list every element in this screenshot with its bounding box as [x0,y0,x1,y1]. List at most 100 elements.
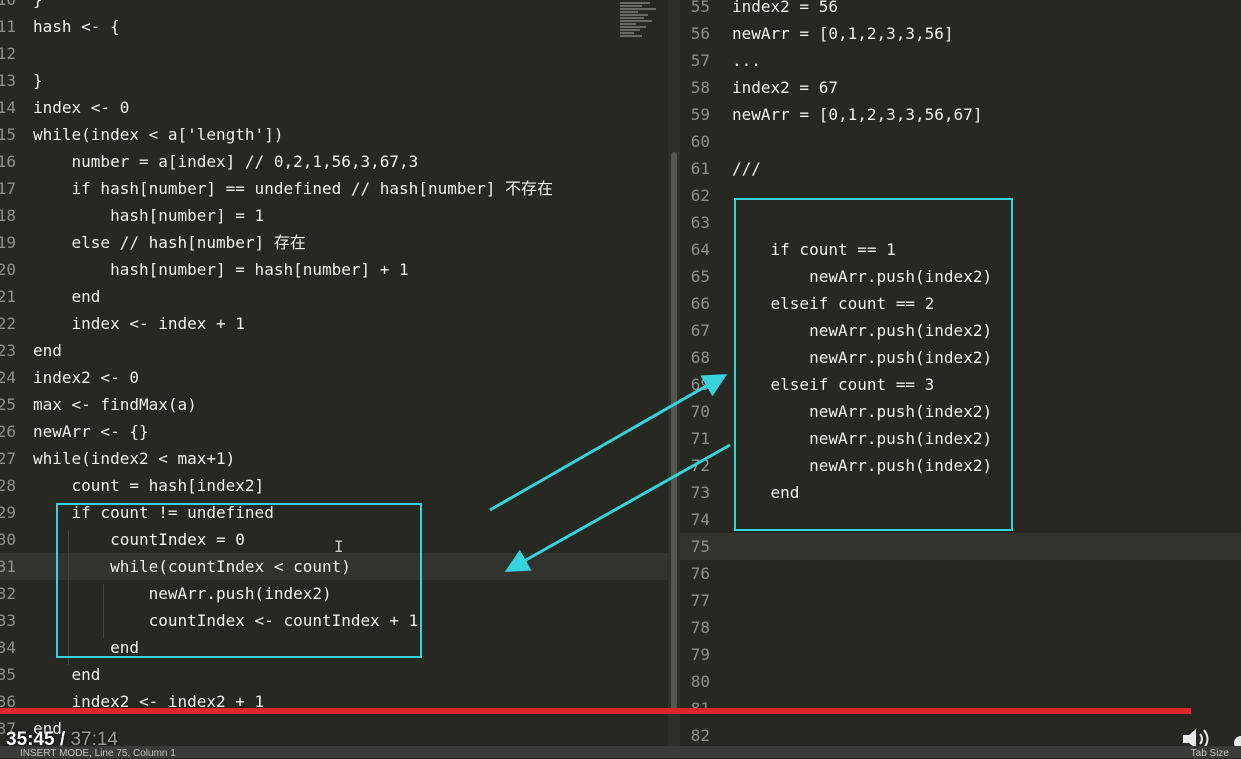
line-number: 59 [690,105,710,124]
code-line[interactable]: 77 [680,587,1241,614]
code-line[interactable]: 17 if hash[number] == undefined // hash[… [0,175,668,202]
line-number: 11 [0,17,16,36]
code-line[interactable]: 35 end [0,661,668,688]
line-number: 80 [690,672,710,691]
code-text[interactable]: hash[number] = hash[number] + 1 [33,256,409,283]
line-number: 10 [0,0,16,13]
line-number: 33 [0,611,16,630]
code-text[interactable]: newArr = [0,1,2,3,3,56] [732,20,954,47]
code-text[interactable]: index <- 0 [33,94,129,121]
code-line[interactable]: 59 newArr = [0,1,2,3,3,56,67] [680,101,1241,128]
line-number: 24 [0,368,16,387]
code-line[interactable]: 61 /// [680,155,1241,182]
line-number: 57 [690,51,710,70]
line-number: 71 [690,429,710,448]
line-number: 77 [690,591,710,610]
code-text[interactable]: newArr <- {} [33,418,149,445]
code-text[interactable]: end [33,661,101,688]
code-line[interactable]: 78 [680,614,1241,641]
code-line[interactable]: 13} [0,67,668,94]
code-line[interactable]: 11 hash <- { [0,13,668,40]
code-text[interactable]: while(index < a['length']) [33,121,283,148]
annotation-box-left [56,503,422,658]
code-line[interactable]: 76 [680,560,1241,587]
line-number: 55 [690,0,710,16]
code-line[interactable]: 18 hash[number] = 1 [0,202,668,229]
code-line[interactable]: 24 index2 <- 0 [0,364,668,391]
line-number: 17 [0,179,16,198]
code-line[interactable]: 26 newArr <- {} [0,418,668,445]
code-text[interactable]: max <- findMax(a) [33,391,197,418]
code-line[interactable]: 57... [680,47,1241,74]
scrollbar-thumb[interactable] [671,152,677,712]
line-number: 13 [0,71,16,90]
code-text[interactable]: index2 <- 0 [33,364,139,391]
line-number: 63 [690,213,710,232]
line-number: 12 [0,44,16,63]
line-number: 66 [690,294,710,313]
code-line[interactable]: 58 index2 = 67 [680,74,1241,101]
code-line[interactable]: 19 else // hash[number] 存在 [0,229,668,256]
code-text[interactable]: ... [732,47,761,74]
code-text[interactable]: if hash[number] == undefined // hash[num… [33,175,553,202]
status-bar: INSERT MODE, Line 75, Column 1 Tab Size [0,746,1241,759]
line-number: 70 [690,402,710,421]
code-line[interactable]: 14 index <- 0 [0,94,668,121]
line-number: 26 [0,422,16,441]
code-line[interactable]: 21 end [0,283,668,310]
line-number: 74 [690,510,710,529]
code-text[interactable]: count = hash[index2] [33,472,265,499]
line-number: 79 [690,645,710,664]
code-text[interactable]: index2 = 56 [732,0,838,20]
code-line[interactable]: 60 [680,128,1241,155]
code-text[interactable]: end [33,283,101,310]
line-number: 69 [690,375,710,394]
line-number: 18 [0,206,16,225]
line-number: 61 [690,159,710,178]
line-number: 73 [690,483,710,502]
line-number: 15 [0,125,16,144]
line-number: 19 [0,233,16,252]
line-number: 31 [0,557,16,576]
code-line[interactable]: 10} [0,0,668,13]
code-line[interactable]: 79 [680,641,1241,668]
code-text[interactable]: } [33,67,43,94]
code-line[interactable]: 20 hash[number] = hash[number] + 1 [0,256,668,283]
code-line[interactable]: 55 index2 = 56 [680,0,1241,20]
line-number: 76 [690,564,710,583]
code-line[interactable]: 75 [680,533,1241,560]
line-number: 82 [690,726,710,745]
code-line[interactable]: 82 [680,722,1241,746]
code-text[interactable]: end [33,337,62,364]
code-text[interactable]: } [33,0,43,13]
code-line[interactable]: 27 while(index2 < max+1) [0,445,668,472]
video-progress-bar[interactable] [0,708,1192,714]
code-text[interactable]: number = a[index] // 0,2,1,56,3,67,3 [33,148,419,175]
line-number: 14 [0,98,16,117]
line-number: 25 [0,395,16,414]
code-line[interactable]: 25 max <- findMax(a) [0,391,668,418]
code-text[interactable]: index2 = 67 [732,74,838,101]
code-text[interactable]: newArr = [0,1,2,3,3,56,67] [732,101,982,128]
code-line[interactable]: 23 end [0,337,668,364]
code-line[interactable]: 12 [0,40,668,67]
code-line[interactable]: 80 [680,668,1241,695]
code-text[interactable]: else // hash[number] 存在 [33,229,306,256]
code-text[interactable]: index <- index + 1 [33,310,245,337]
line-number: 22 [0,314,16,333]
code-line[interactable]: 56 newArr = [0,1,2,3,3,56] [680,20,1241,47]
code-line[interactable]: 16 number = a[index] // 0,2,1,56,3,67,3 [0,148,668,175]
code-text[interactable]: hash[number] = 1 [33,202,264,229]
code-text[interactable]: hash <- { [33,13,120,40]
pane-splitter[interactable] [668,0,680,746]
line-number: 35 [0,665,16,684]
code-text[interactable]: while(index2 < max+1) [33,445,235,472]
code-line[interactable]: 22 index <- index + 1 [0,310,668,337]
line-number: 75 [690,537,710,556]
code-text[interactable]: /// [732,155,761,182]
tab-size-indicator[interactable]: Tab Size [1191,748,1229,759]
code-line[interactable]: 15 while(index < a['length']) [0,121,668,148]
code-line[interactable]: 28 count = hash[index2] [0,472,668,499]
line-number: 64 [690,240,710,259]
minimap[interactable] [620,2,660,48]
